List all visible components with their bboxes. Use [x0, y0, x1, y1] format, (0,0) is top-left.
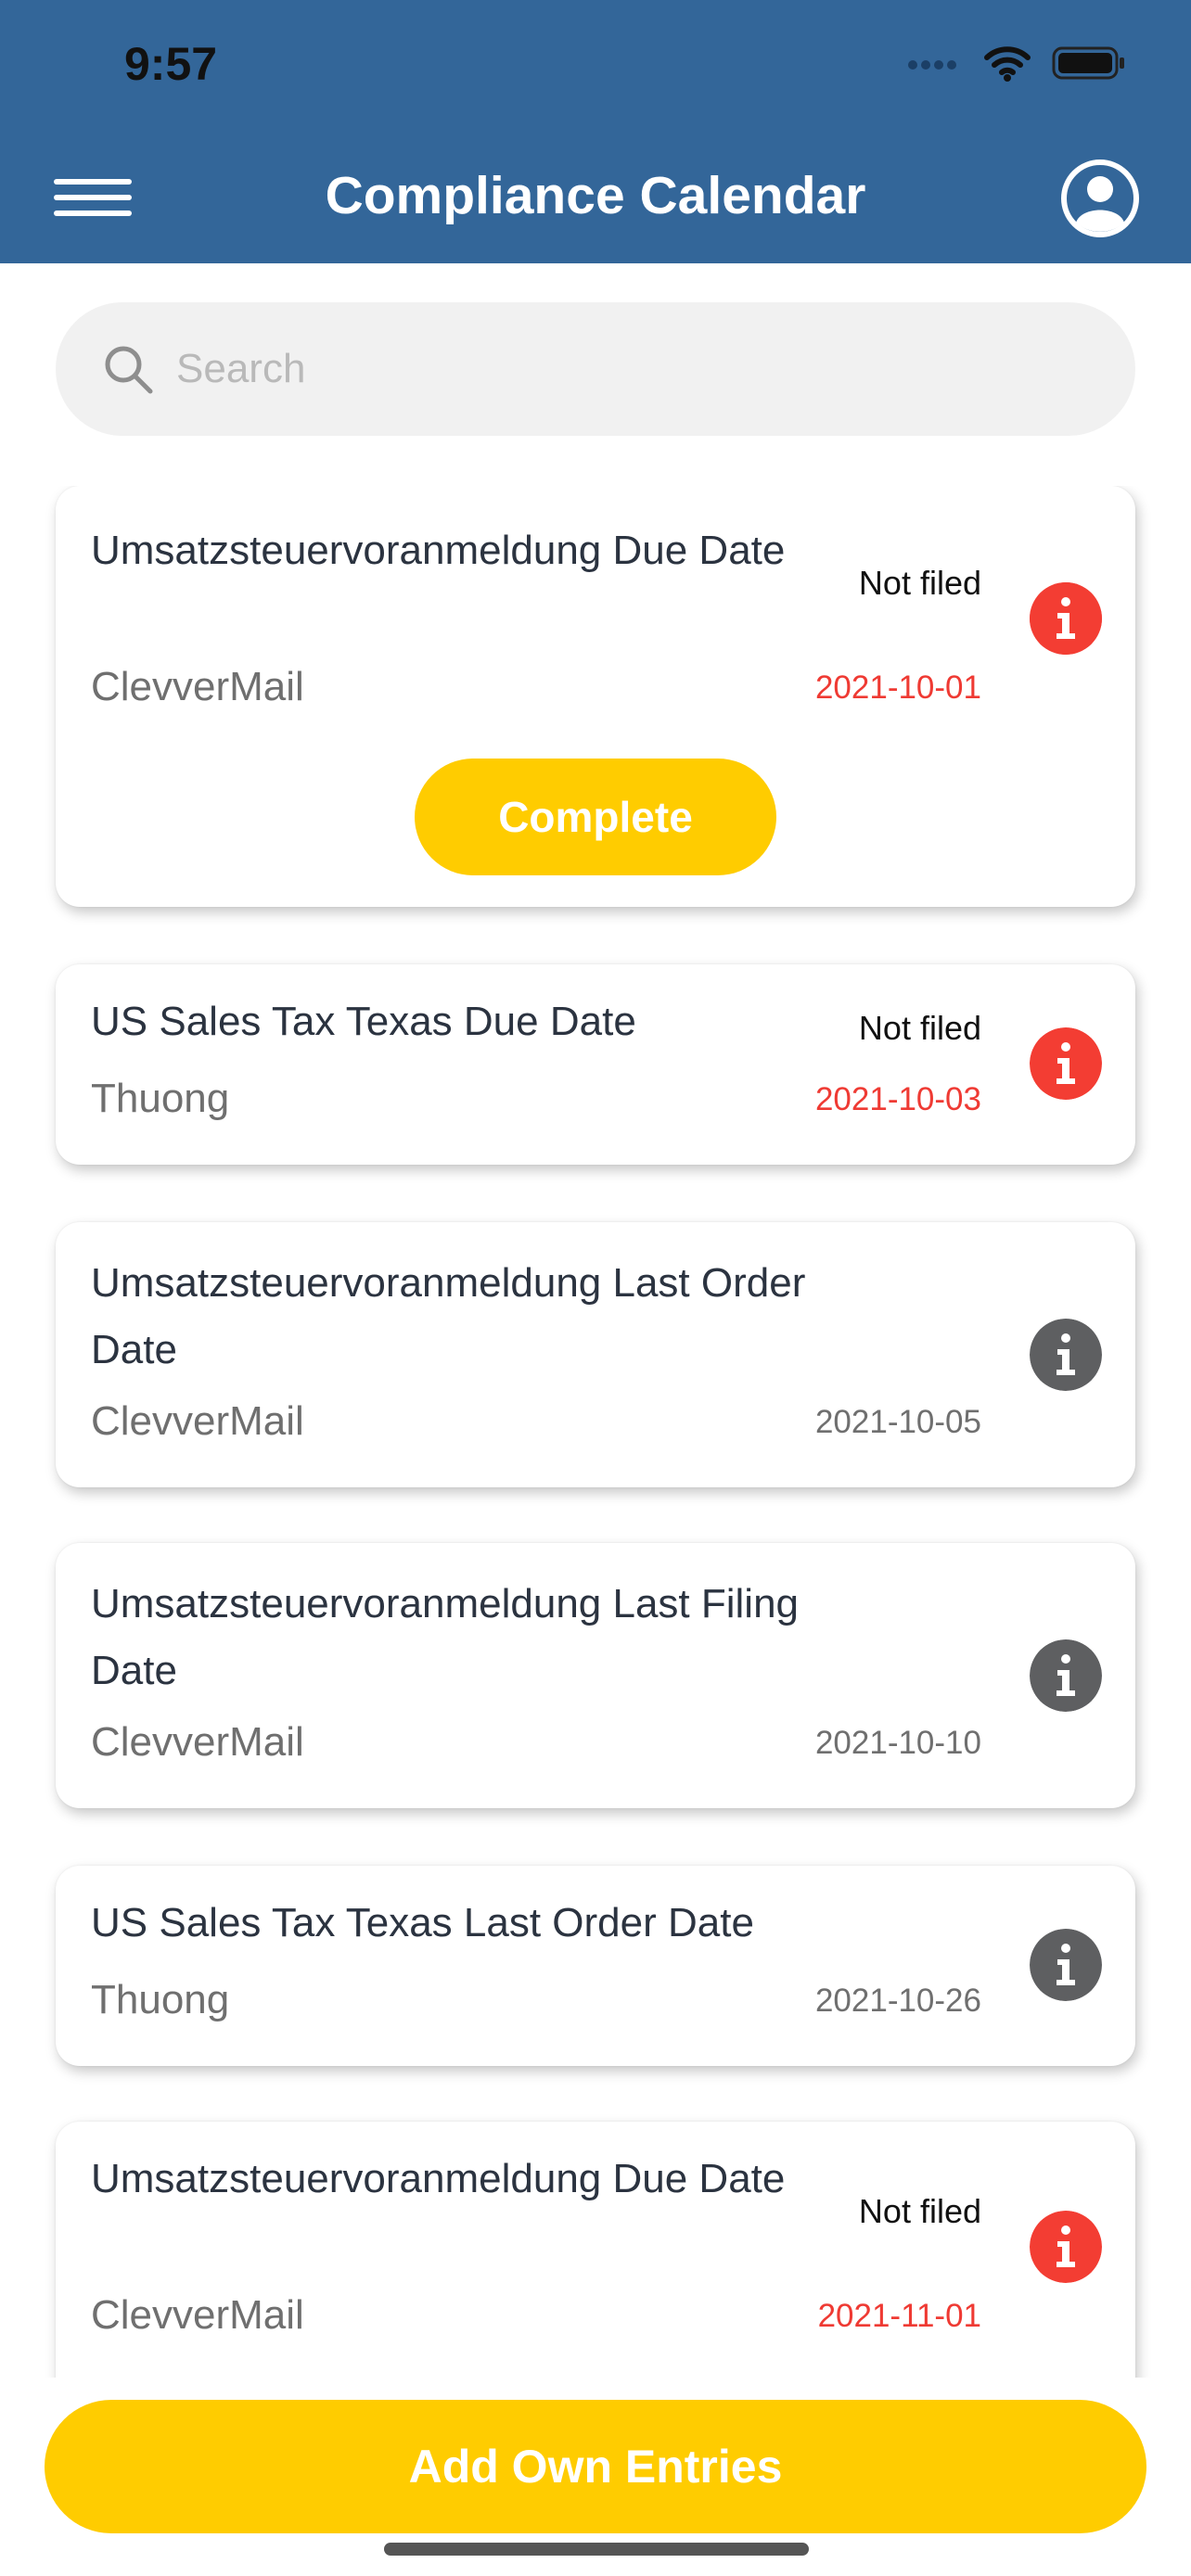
entry-company: Thuong — [91, 1076, 230, 1121]
info-icon[interactable] — [1030, 2211, 1102, 2283]
entry-date: 2021-10-26 — [814, 1983, 981, 2019]
entry-title: US Sales Tax Texas Last Order Date — [91, 1900, 754, 1945]
entry-card[interactable]: Umsatzsteuervoranmeldung Last Order Date… — [56, 1222, 1135, 1487]
entries-list[interactable]: Umsatzsteuervoranmeldung Due Date Clevve… — [0, 486, 1191, 2378]
app-header: 9:57 Compliance Calendar — [0, 0, 1191, 263]
add-own-entries-button[interactable]: Add Own Entries — [45, 2400, 1146, 2533]
entry-company: ClevverMail — [91, 2292, 304, 2338]
info-icon[interactable] — [1030, 1027, 1102, 1100]
entry-title: Umsatzsteuervoranmeldung Due Date — [91, 2156, 786, 2201]
entry-status: Not filed — [858, 1009, 981, 1047]
entry-date: 2021-10-10 — [814, 1725, 981, 1761]
cellular-signal-icon — [908, 60, 956, 70]
entry-status: Not filed — [858, 564, 981, 602]
entry-title: US Sales Tax Texas Due Date — [91, 999, 636, 1044]
search-icon — [105, 346, 153, 394]
entry-card[interactable]: Umsatzsteuervoranmeldung Due Date Clevve… — [56, 2122, 1135, 2378]
entry-company: Thuong — [91, 1977, 230, 2022]
search-input[interactable] — [176, 339, 1085, 399]
entry-card[interactable]: US Sales Tax Texas Due Date Thuong Not f… — [56, 964, 1135, 1165]
search-bar[interactable] — [56, 302, 1135, 436]
home-indicator — [384, 2543, 809, 2556]
info-icon[interactable] — [1030, 1319, 1102, 1391]
profile-icon[interactable] — [1059, 158, 1141, 239]
entry-card[interactable]: Umsatzsteuervoranmeldung Due Date Clevve… — [56, 486, 1135, 907]
entry-title: Umsatzsteuervoranmeldung Last Filing Dat… — [91, 1581, 800, 1693]
info-icon[interactable] — [1030, 1639, 1102, 1712]
entry-title: Umsatzsteuervoranmeldung Last Order Date — [91, 1260, 806, 1372]
status-time: 9:57 — [124, 38, 218, 90]
info-icon[interactable] — [1030, 1929, 1102, 2001]
entry-date: 2021-11-01 — [817, 2298, 981, 2334]
entry-card[interactable]: US Sales Tax Texas Last Order Date Thuon… — [56, 1866, 1135, 2066]
entry-company: ClevverMail — [91, 1719, 304, 1765]
entry-company: ClevverMail — [91, 664, 304, 709]
entry-date: 2021-10-03 — [814, 1081, 981, 1117]
page-title: Compliance Calendar — [325, 166, 866, 225]
status-icons — [907, 45, 1126, 82]
entry-date: 2021-10-01 — [814, 670, 981, 706]
entry-card[interactable]: Umsatzsteuervoranmeldung Last Filing Dat… — [56, 1543, 1135, 1808]
entry-date: 2021-10-05 — [814, 1404, 981, 1440]
entry-title: Umsatzsteuervoranmeldung Due Date — [91, 528, 786, 573]
entry-company: ClevverMail — [91, 1398, 304, 1444]
battery-icon — [1052, 46, 1124, 80]
info-icon[interactable] — [1030, 582, 1102, 655]
entry-status: Not filed — [858, 2192, 981, 2230]
complete-button[interactable]: Complete — [415, 759, 776, 875]
wifi-icon — [984, 46, 1031, 82]
